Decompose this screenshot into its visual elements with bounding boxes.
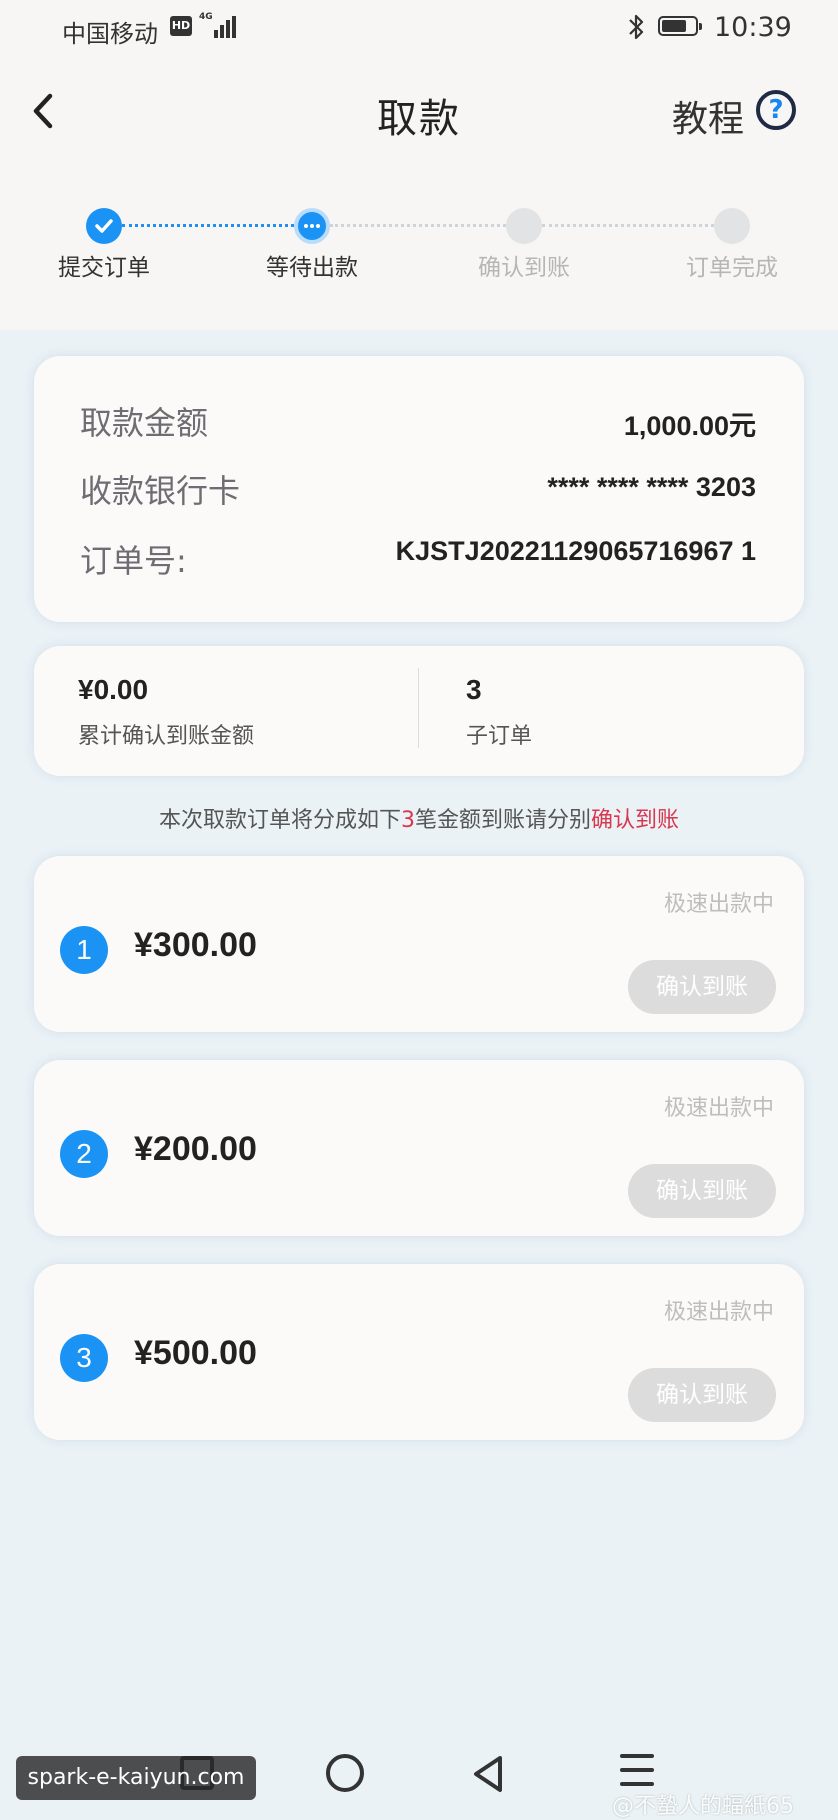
amount-value: 1,000.00元 (623, 411, 756, 441)
order-status: 极速出款中 (663, 1096, 774, 1121)
watermark-left: spark-e-kaiyun.com (16, 1756, 256, 1800)
bank-card-label: 收款银行卡 (80, 472, 241, 510)
sub-order-card: 3 ¥500.00 极速出款中 确认到账 (34, 1264, 804, 1440)
summary-card: ¥0.00 累计确认到账金额 3 子订单 (34, 646, 804, 776)
order-amount: ¥500.00 (134, 1334, 257, 1372)
sub-order-caption: 子订单 (466, 724, 533, 749)
confirmed-amount: ¥0.00 (78, 674, 149, 705)
step-done-check-icon (86, 208, 122, 244)
order-index-badge: 2 (60, 1130, 108, 1178)
carrier-name: 中国移动 (62, 20, 158, 48)
bank-card-value: **** **** **** 3203 (547, 472, 756, 502)
order-number-value: KJSTJ20221129065716967 1 (395, 536, 756, 566)
confirmed-amount-caption: 累计确认到账金额 (78, 724, 255, 749)
sub-order-count: 3 (466, 674, 482, 705)
notice-middle: 笔金额到账请分别 (414, 808, 591, 833)
battery-icon (658, 16, 702, 36)
order-number-label: 订单号: (80, 542, 187, 580)
divider (418, 668, 419, 748)
withdrawal-info-card: 取款金额 1,000.00元 收款银行卡 **** **** **** 3203… (34, 356, 804, 622)
header-area: 中国移动 HD 4G 10:39 取款 教程 ? 提交订单 等待出款 确认到账 … (0, 0, 838, 330)
step-connector (122, 224, 294, 227)
step-label: 提交订单 (58, 255, 150, 281)
step-connector (330, 224, 506, 227)
step-label: 订单完成 (686, 255, 778, 281)
step-pending-dot (506, 208, 542, 244)
hd-badge: HD (170, 16, 192, 36)
step-label: 确认到账 (478, 255, 570, 281)
confirm-received-button[interactable]: 确认到账 (628, 960, 776, 1014)
confirm-received-button[interactable]: 确认到账 (628, 1368, 776, 1422)
watermark-right: @不蟄人的蝠紙65 (612, 1794, 794, 1819)
sub-order-card: 2 ¥200.00 极速出款中 确认到账 (34, 1060, 804, 1236)
tutorial-link[interactable]: 教程 (672, 90, 744, 142)
order-status: 极速出款中 (663, 1300, 774, 1325)
help-icon[interactable]: ? (756, 90, 796, 130)
system-back-icon[interactable] (468, 1752, 508, 1796)
order-index-badge: 3 (60, 1334, 108, 1382)
clock: 10:39 (714, 12, 792, 43)
step-connector (542, 224, 714, 227)
signal-icon (214, 14, 242, 38)
confirm-received-button[interactable]: 确认到账 (628, 1164, 776, 1218)
notice-prefix: 本次取款订单将分成如下 (158, 808, 401, 833)
step-active-ellipsis-icon (294, 208, 330, 244)
amount-label: 取款金额 (80, 404, 209, 442)
status-bar: 中国移动 HD 4G 10:39 (0, 0, 838, 58)
home-icon[interactable] (326, 1754, 364, 1792)
order-amount: ¥200.00 (134, 1130, 257, 1168)
step-label: 等待出款 (266, 255, 358, 281)
network-type: 4G (199, 12, 213, 22)
split-notice: 本次取款订单将分成如下3笔金额到账请分别确认到账 (0, 802, 838, 834)
notice-action: 确认到账 (591, 808, 680, 833)
step-pending-dot (714, 208, 750, 244)
bluetooth-icon (629, 14, 644, 40)
notice-count: 3 (400, 808, 415, 833)
order-index-badge: 1 (60, 926, 108, 974)
sub-order-card: 1 ¥300.00 极速出款中 确认到账 (34, 856, 804, 1032)
order-amount: ¥300.00 (134, 926, 257, 964)
progress-stepper: 提交订单 等待出款 确认到账 订单完成 (0, 200, 838, 290)
menu-icon[interactable] (620, 1752, 654, 1792)
order-status: 极速出款中 (663, 892, 774, 917)
